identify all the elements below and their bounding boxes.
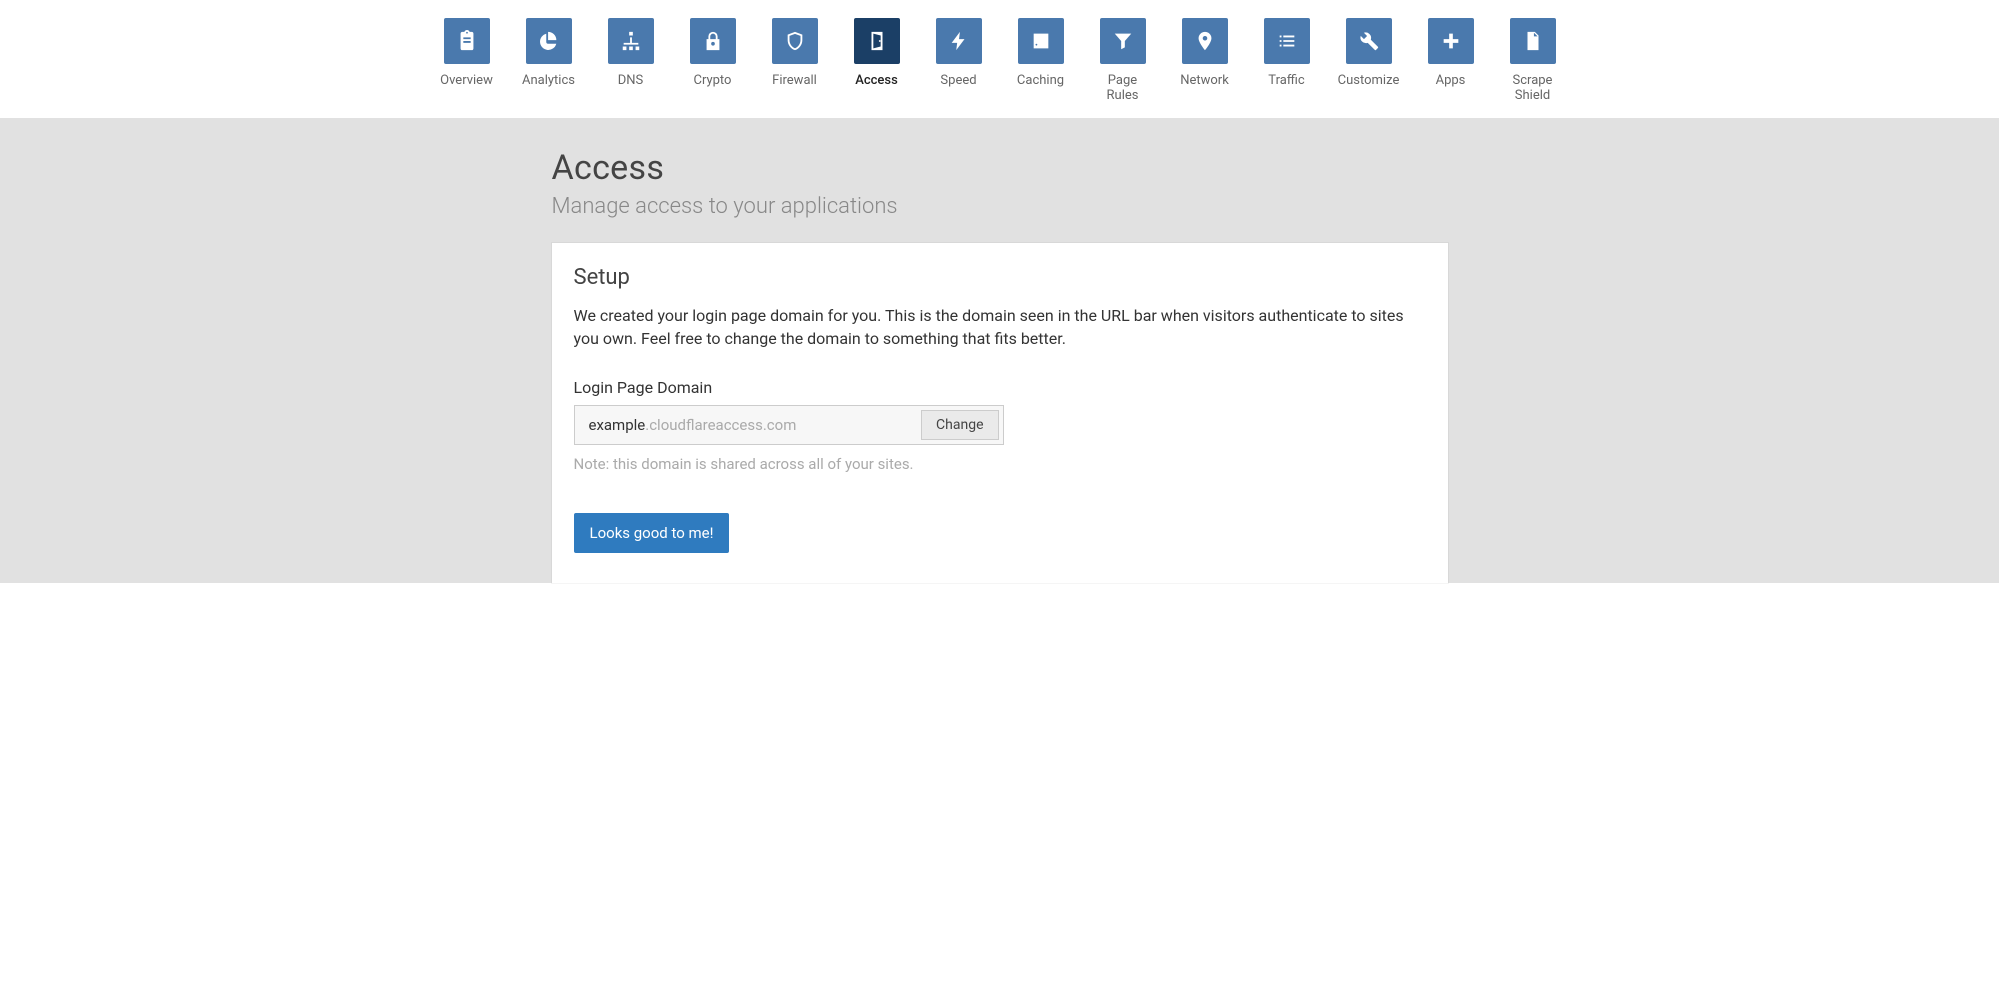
shield-outline-icon [772, 18, 818, 64]
nav-label: Scrape Shield [1501, 74, 1565, 104]
bolt-icon [936, 18, 982, 64]
nav-item-scrape-shield[interactable]: Scrape Shield [1501, 18, 1565, 104]
door-icon [854, 18, 900, 64]
nav-label: Access [855, 74, 898, 89]
nav-item-overview[interactable]: Overview [435, 18, 499, 104]
login-domain-field: example.cloudflareaccess.com Change [574, 405, 1004, 445]
drive-icon [1018, 18, 1064, 64]
document-icon [1510, 18, 1556, 64]
top-nav: Overview Analytics DNS Crypto Firewall A… [0, 0, 1999, 118]
nav-label: Traffic [1268, 74, 1304, 89]
page-title: Access [552, 148, 1448, 188]
login-domain-label: Login Page Domain [574, 378, 1426, 397]
confirm-button[interactable]: Looks good to me! [574, 513, 730, 553]
nav-label: Analytics [522, 74, 575, 89]
nav-label: Network [1180, 74, 1229, 89]
nav-item-analytics[interactable]: Analytics [517, 18, 581, 104]
nav-label: Customize [1338, 74, 1400, 89]
page-subtitle: Manage access to your applications [552, 194, 1448, 219]
change-domain-button[interactable]: Change [921, 410, 998, 440]
nav-label: Speed [940, 74, 976, 89]
nav-label: Caching [1017, 74, 1064, 89]
nav-item-dns[interactable]: DNS [599, 18, 663, 104]
card-title: Setup [574, 265, 1426, 290]
pie-chart-icon [526, 18, 572, 64]
card-description: We created your login page domain for yo… [574, 304, 1426, 350]
nav-label: Crypto [694, 74, 732, 89]
plus-icon [1428, 18, 1474, 64]
list-icon [1264, 18, 1310, 64]
sitemap-icon [608, 18, 654, 64]
nav-item-access[interactable]: Access [845, 18, 909, 104]
nav-item-customize[interactable]: Customize [1337, 18, 1401, 104]
login-domain-value: example [589, 416, 646, 434]
funnel-icon [1100, 18, 1146, 64]
nav-item-crypto[interactable]: Crypto [681, 18, 745, 104]
lock-icon [690, 18, 736, 64]
nav-item-network[interactable]: Network [1173, 18, 1237, 104]
nav-item-speed[interactable]: Speed [927, 18, 991, 104]
login-domain-note: Note: this domain is shared across all o… [574, 455, 1426, 473]
nav-item-firewall[interactable]: Firewall [763, 18, 827, 104]
nav-item-caching[interactable]: Caching [1009, 18, 1073, 104]
nav-label: Page Rules [1091, 74, 1155, 104]
setup-card: Setup We created your login page domain … [552, 243, 1448, 583]
nav-label: Firewall [772, 74, 817, 89]
login-domain-suffix: .cloudflareaccess.com [645, 416, 921, 434]
pin-icon [1182, 18, 1228, 64]
nav-label: Overview [440, 74, 493, 89]
clipboard-icon [444, 18, 490, 64]
wrench-icon [1346, 18, 1392, 64]
nav-label: Apps [1436, 74, 1466, 89]
content-band: Access Manage access to your application… [0, 118, 1999, 583]
nav-label: DNS [618, 74, 644, 89]
nav-item-apps[interactable]: Apps [1419, 18, 1483, 104]
nav-item-page-rules[interactable]: Page Rules [1091, 18, 1155, 104]
nav-item-traffic[interactable]: Traffic [1255, 18, 1319, 104]
